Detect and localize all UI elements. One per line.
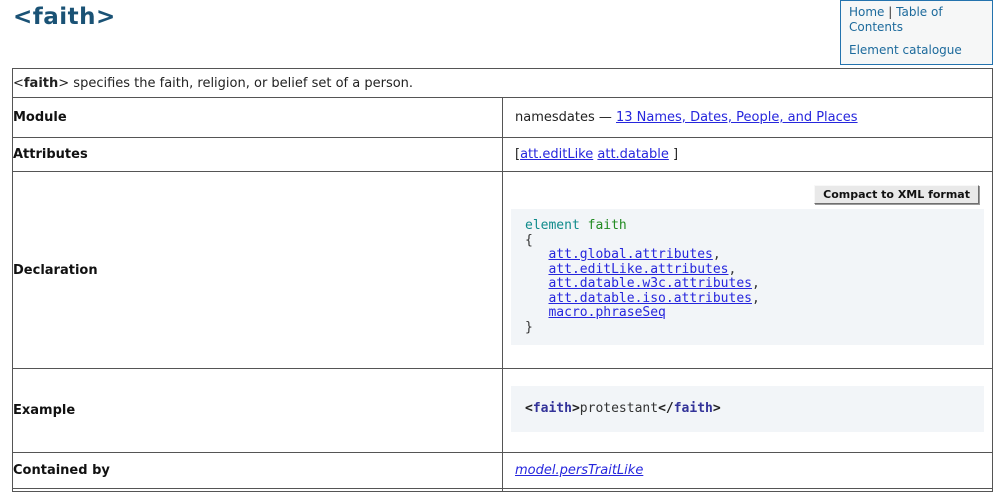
example-start-tag-name: faith	[533, 401, 572, 416]
contained-by-value: model.persTraitLike	[503, 453, 993, 489]
declaration-row: Declaration Compact to XML format elemen…	[13, 172, 993, 369]
declaration-code-block: element faith { att.global.attributes, a…	[511, 209, 984, 345]
declaration-content: Compact to XML format element faith { at…	[503, 172, 993, 369]
nav-box: Home | Table of Contents Element catalog…	[840, 0, 993, 65]
declaration-button-row: Compact to XML format	[503, 185, 979, 204]
example-content: <faith>protestant</faith>	[503, 369, 993, 453]
example-open-angle: <	[525, 401, 533, 416]
description-tag-name: faith	[24, 76, 58, 91]
spec-table: <faith> specifies the faith, religion, o…	[12, 68, 993, 492]
contained-by-label: Contained by	[13, 453, 503, 489]
declaration-member-link[interactable]: att.datable.iso.attributes	[548, 291, 752, 306]
nav-line-1: Home | Table of Contents	[849, 5, 984, 35]
example-label: Example	[13, 369, 503, 453]
nav-home-link[interactable]: Home	[849, 5, 884, 19]
declaration-member-link[interactable]: att.editLike.attributes	[548, 262, 728, 277]
module-value: namesdates — 13 Names, Dates, People, an…	[503, 98, 993, 138]
example-text-content: protestant	[580, 401, 658, 416]
attributes-close-bracket: ]	[673, 147, 678, 162]
module-chapter-link[interactable]: 13 Names, Dates, People, and Places	[616, 110, 858, 125]
contained-by-model-link[interactable]: model.persTraitLike	[515, 463, 643, 478]
description-open-angle: <	[13, 76, 24, 91]
example-end-tag-name: faith	[674, 401, 713, 416]
description-row: <faith> specifies the faith, religion, o…	[13, 69, 993, 98]
example-end-open-angle: </	[658, 401, 674, 416]
attribute-class-link[interactable]: att.editLike	[520, 147, 593, 162]
nav-separator: |	[888, 5, 892, 19]
module-row: Module namesdates — 13 Names, Dates, Peo…	[13, 98, 993, 138]
contained-by-row: Contained by model.persTraitLike	[13, 453, 993, 489]
description-text: > specifies the faith, religion, or beli…	[58, 76, 413, 91]
code-element-name: faith	[588, 218, 627, 233]
example-close-angle-2: >	[713, 401, 721, 416]
attributes-label: Attributes	[13, 138, 503, 172]
module-name: namesdates —	[515, 110, 616, 125]
attributes-value: [att.editLike att.datable ]	[503, 138, 993, 172]
declaration-member-link[interactable]: att.global.attributes	[548, 247, 712, 262]
nav-element-catalogue-link[interactable]: Element catalogue	[849, 43, 962, 57]
nav-line-2: Element catalogue	[849, 43, 984, 58]
truncated-next-row	[13, 489, 993, 492]
compact-to-xml-button[interactable]: Compact to XML format	[814, 185, 979, 204]
example-code: <faith>protestant</faith>	[525, 402, 970, 416]
example-close-angle-1: >	[572, 401, 580, 416]
declaration-code: element faith { att.global.attributes, a…	[525, 219, 970, 335]
element-description: <faith> specifies the faith, religion, o…	[13, 69, 993, 98]
code-keyword: element	[525, 218, 580, 233]
attribute-class-link[interactable]: att.datable	[597, 147, 668, 162]
page-title: <faith>	[13, 4, 116, 30]
module-label: Module	[13, 98, 503, 138]
declaration-label: Declaration	[13, 172, 503, 369]
attributes-links: att.editLike att.datable	[520, 147, 673, 162]
declaration-member-link[interactable]: att.datable.w3c.attributes	[548, 276, 752, 291]
attributes-row: Attributes [att.editLike att.datable ]	[13, 138, 993, 172]
declaration-member-link[interactable]: macro.phraseSeq	[548, 305, 665, 320]
example-row: Example <faith>protestant</faith>	[13, 369, 993, 453]
example-code-block: <faith>protestant</faith>	[511, 386, 984, 432]
